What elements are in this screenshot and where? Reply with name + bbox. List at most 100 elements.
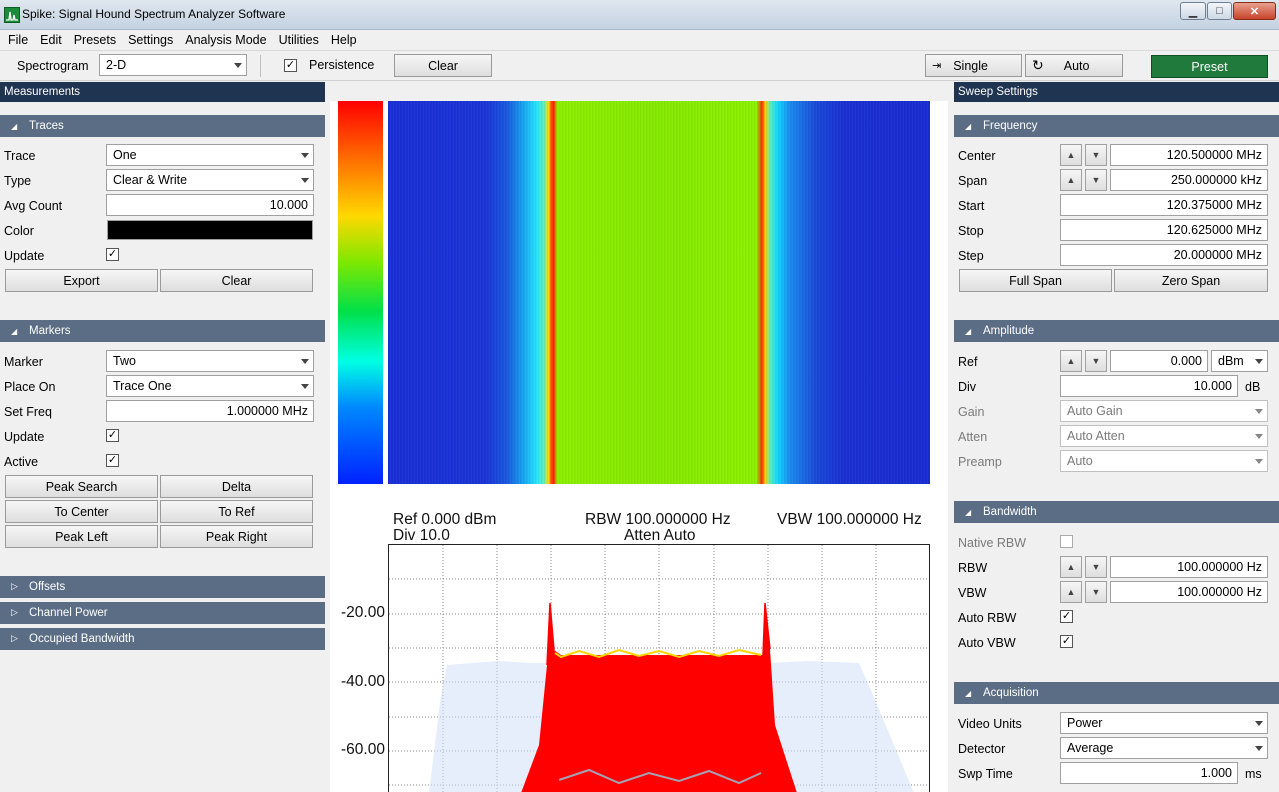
marker-active-checkbox[interactable]: ✓: [106, 454, 119, 467]
minimize-button[interactable]: ▁: [1180, 2, 1206, 20]
span-label: Span: [958, 174, 988, 188]
arrow-down-icon: ▼: [1091, 356, 1101, 366]
place-on-select[interactable]: Trace One: [106, 375, 314, 397]
markers-header-label: Markers: [29, 325, 71, 337]
sweep-time-unit-label: ms: [1245, 767, 1262, 781]
step-input[interactable]: 20.000000 MHz: [1060, 244, 1268, 266]
expand-triangle-icon: ▷: [11, 581, 18, 591]
ref-level-input[interactable]: 0.000: [1110, 350, 1208, 372]
preamp-select[interactable]: Auto: [1060, 450, 1268, 472]
auto-vbw-checkbox[interactable]: ✓: [1060, 635, 1073, 648]
trace-select[interactable]: One: [106, 144, 314, 166]
vbw-input[interactable]: 100.000000 Hz: [1110, 581, 1268, 603]
ref-unit-select[interactable]: dBm: [1211, 350, 1268, 372]
marker-select[interactable]: Two: [106, 350, 314, 372]
maximize-button[interactable]: □: [1207, 2, 1232, 20]
auto-rbw-checkbox[interactable]: ✓: [1060, 610, 1073, 623]
atten-select[interactable]: Auto Atten: [1060, 425, 1268, 447]
menu-analysis-mode[interactable]: Analysis Mode: [179, 33, 272, 47]
export-button[interactable]: Export: [5, 269, 158, 292]
acquisition-section-header[interactable]: ◢ Acquisition: [954, 682, 1279, 704]
markers-section-header[interactable]: ◢ Markers: [0, 320, 325, 342]
single-sweep-button[interactable]: ⇥ Single: [925, 54, 1022, 77]
chevron-down-icon: [1255, 409, 1263, 414]
toolbar-divider: [260, 55, 261, 77]
menu-file[interactable]: File: [2, 33, 34, 47]
expand-triangle-icon: ▷: [11, 633, 18, 643]
rbw-down-button[interactable]: ▼: [1085, 556, 1107, 578]
vbw-up-button[interactable]: ▲: [1060, 581, 1082, 603]
ref-down-button[interactable]: ▼: [1085, 350, 1107, 372]
step-label: Step: [958, 249, 984, 263]
menu-edit[interactable]: Edit: [34, 33, 68, 47]
vbw-down-button[interactable]: ▼: [1085, 581, 1107, 603]
spectrogram-waterfall[interactable]: [388, 101, 930, 484]
span-input[interactable]: 250.000000 kHz: [1110, 169, 1268, 191]
atten-label: Atten: [958, 430, 988, 444]
offsets-section-header[interactable]: ▷ Offsets: [0, 576, 325, 598]
video-units-select[interactable]: Power: [1060, 712, 1268, 734]
arrow-down-icon: ▼: [1091, 150, 1101, 160]
peak-search-button[interactable]: Peak Search: [5, 475, 158, 498]
close-button[interactable]: ✕: [1233, 2, 1276, 20]
marker-update-checkbox[interactable]: ✓: [106, 429, 119, 442]
gain-select[interactable]: Auto Gain: [1060, 400, 1268, 422]
chevron-down-icon: [301, 178, 309, 183]
to-ref-button[interactable]: To Ref: [160, 500, 313, 523]
frequency-section-header[interactable]: ◢ Frequency: [954, 115, 1279, 137]
center-up-button[interactable]: ▲: [1060, 144, 1082, 166]
sweep-time-input[interactable]: 1.000: [1060, 762, 1238, 784]
preamp-value: Auto: [1067, 454, 1093, 468]
collapse-triangle-icon: ◢: [965, 122, 972, 131]
traces-section-header[interactable]: ◢ Traces: [0, 115, 325, 137]
preset-button[interactable]: Preset: [1151, 55, 1268, 78]
span-down-button[interactable]: ▼: [1085, 169, 1107, 191]
occupied-bandwidth-section-header[interactable]: ▷ Occupied Bandwidth: [0, 628, 325, 650]
color-label: Color: [4, 224, 34, 238]
bandwidth-header-label: Bandwidth: [983, 506, 1037, 518]
menu-utilities[interactable]: Utilities: [273, 33, 325, 47]
zero-span-button[interactable]: Zero Span: [1114, 269, 1268, 292]
stop-frequency-input[interactable]: 120.625000 MHz: [1060, 219, 1268, 241]
occupied-bandwidth-header-label: Occupied Bandwidth: [29, 633, 135, 645]
bandwidth-section-header[interactable]: ◢ Bandwidth: [954, 501, 1279, 523]
marker-update-label: Update: [4, 430, 45, 444]
trace-type-select[interactable]: Clear & Write: [106, 169, 314, 191]
menu-settings[interactable]: Settings: [122, 33, 179, 47]
detector-label: Detector: [958, 742, 1006, 756]
spectrum-plot[interactable]: [388, 544, 930, 792]
rbw-up-button[interactable]: ▲: [1060, 556, 1082, 578]
persistence-checkbox[interactable]: ✓: [284, 59, 297, 72]
channel-power-header-label: Channel Power: [29, 607, 108, 619]
menu-help[interactable]: Help: [325, 33, 363, 47]
span-up-button[interactable]: ▲: [1060, 169, 1082, 191]
peak-left-button[interactable]: Peak Left: [5, 525, 158, 548]
full-span-button[interactable]: Full Span: [959, 269, 1112, 292]
peak-right-button[interactable]: Peak Right: [160, 525, 313, 548]
persistence-label: Persistence: [309, 58, 375, 72]
menu-bar: File Edit Presets Settings Analysis Mode…: [0, 30, 1279, 51]
to-center-button[interactable]: To Center: [5, 500, 158, 523]
clear-trace-button[interactable]: Clear: [160, 269, 313, 292]
trace-color-swatch[interactable]: [107, 220, 313, 240]
delta-button[interactable]: Delta: [160, 475, 313, 498]
div-input[interactable]: 10.000: [1060, 375, 1238, 397]
menu-presets[interactable]: Presets: [68, 33, 122, 47]
rbw-input[interactable]: 100.000000 Hz: [1110, 556, 1268, 578]
detector-select[interactable]: Average: [1060, 737, 1268, 759]
clear-persistence-button[interactable]: Clear: [394, 54, 492, 77]
amplitude-section-header[interactable]: ◢ Amplitude: [954, 320, 1279, 342]
set-freq-input[interactable]: 1.000000 MHz: [106, 400, 314, 422]
trace-update-checkbox[interactable]: ✓: [106, 248, 119, 261]
ref-up-button[interactable]: ▲: [1060, 350, 1082, 372]
chevron-down-icon: [1255, 459, 1263, 464]
toolbar: Spectrogram 2-D ✓ Persistence Clear ⇥ Si…: [0, 52, 1279, 81]
center-down-button[interactable]: ▼: [1085, 144, 1107, 166]
start-frequency-input[interactable]: 120.375000 MHz: [1060, 194, 1268, 216]
channel-power-section-header[interactable]: ▷ Channel Power: [0, 602, 325, 624]
native-rbw-checkbox[interactable]: [1060, 535, 1073, 548]
auto-sweep-button[interactable]: ↻ Auto: [1025, 54, 1123, 77]
avg-count-input[interactable]: 10.000: [106, 194, 314, 216]
center-frequency-input[interactable]: 120.500000 MHz: [1110, 144, 1268, 166]
spectrogram-mode-select[interactable]: 2-D: [99, 54, 247, 76]
